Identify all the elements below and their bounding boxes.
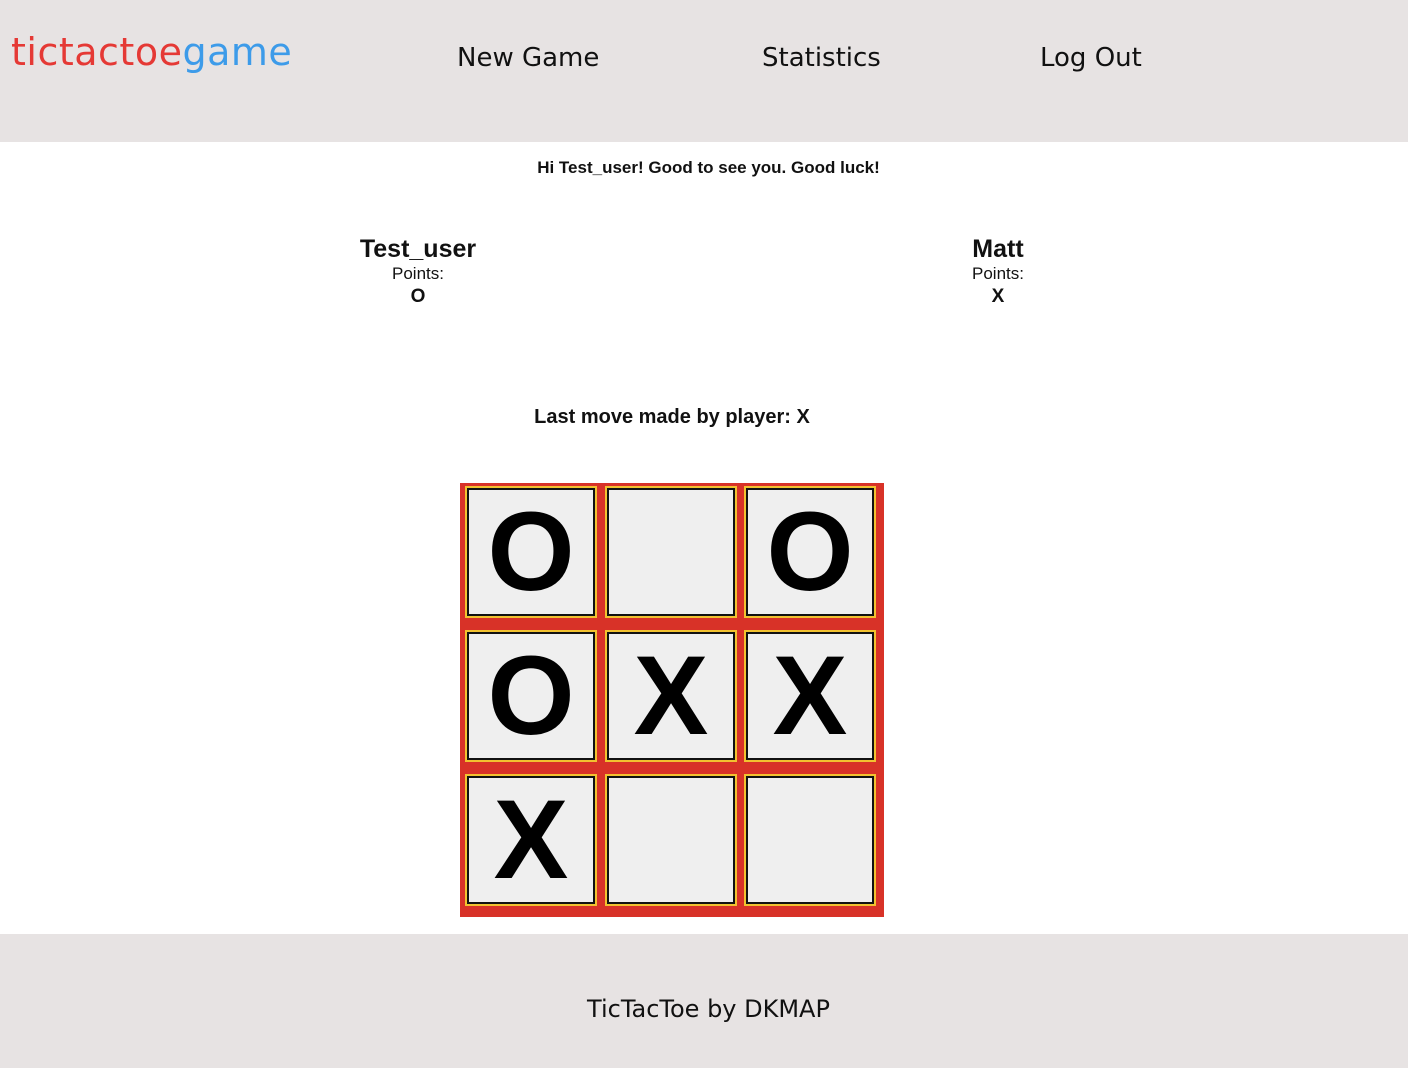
player-points-label: Points: bbox=[972, 264, 1024, 283]
site-header: tictactoegame New Game Statistics Log Ou… bbox=[0, 0, 1408, 142]
nav-log-out-link[interactable]: Log Out bbox=[1040, 40, 1142, 76]
site-footer: TicTacToe by DKMAP bbox=[0, 934, 1408, 1068]
player-card-2: Matt Points: X bbox=[878, 234, 1118, 310]
player-name: Matt bbox=[972, 235, 1024, 263]
board-cell-8[interactable] bbox=[607, 776, 735, 904]
footer-credit: TicTacToe by DKMAP bbox=[587, 995, 830, 1023]
player-points-label: Points: bbox=[392, 264, 444, 283]
greeting-message: Hi Test_user! Good to see you. Good luck… bbox=[537, 158, 880, 177]
player-symbol: O bbox=[410, 286, 426, 307]
last-move-status: Last move made by player: X bbox=[534, 406, 810, 428]
board-cell-2[interactable] bbox=[607, 488, 735, 616]
nav-new-game-link[interactable]: New Game bbox=[457, 40, 599, 76]
board-cell-1[interactable]: O bbox=[467, 488, 595, 616]
logo-text-blue: game bbox=[182, 30, 293, 74]
site-logo[interactable]: tictactoegame bbox=[11, 28, 292, 76]
board-cell-5[interactable]: X bbox=[607, 632, 735, 760]
logo-text-red: tictactoe bbox=[11, 30, 183, 74]
board-cell-6[interactable]: X bbox=[746, 632, 874, 760]
nav-statistics-link[interactable]: Statistics bbox=[762, 40, 881, 76]
board-cell-4[interactable]: O bbox=[467, 632, 595, 760]
game-board: O O O X X X bbox=[460, 483, 884, 917]
player-symbol: X bbox=[991, 286, 1005, 307]
player-name: Test_user bbox=[359, 235, 477, 263]
board-cell-3[interactable]: O bbox=[746, 488, 874, 616]
player-card-1: Test_user Points: O bbox=[298, 234, 538, 310]
board-cell-7[interactable]: X bbox=[467, 776, 595, 904]
board-cell-9[interactable] bbox=[746, 776, 874, 904]
